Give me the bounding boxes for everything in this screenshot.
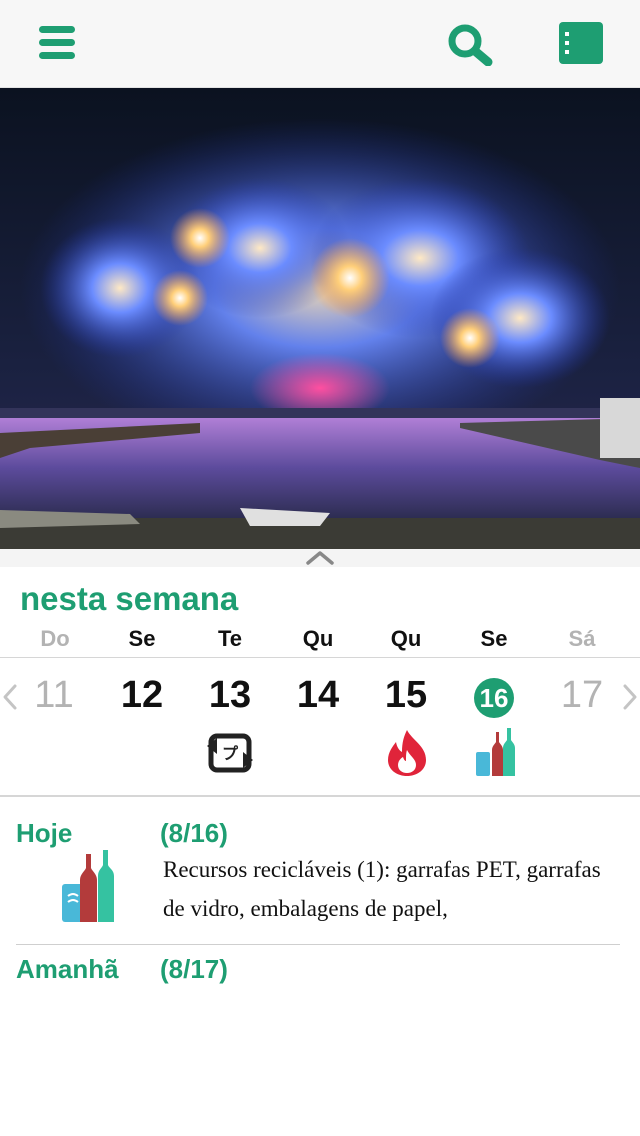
day-cell[interactable]: 17 xyxy=(547,674,617,717)
tomorrow-date: (8/17) xyxy=(160,954,228,984)
search-icon[interactable] xyxy=(446,22,494,66)
weekday-label: Se xyxy=(128,626,156,651)
day-cell[interactable]: 14 xyxy=(283,674,353,717)
today-label: Hoje xyxy=(16,818,73,848)
day-cell[interactable]: 13 xyxy=(195,674,265,717)
recycle-icon: プ xyxy=(207,733,253,773)
day-cell-today[interactable]: 16 xyxy=(459,674,529,718)
weekday-label: Do xyxy=(40,626,70,651)
weekday-label: Sá xyxy=(568,626,596,651)
today-date: (8/16) xyxy=(160,818,228,848)
weekday-label: Qu xyxy=(390,626,422,651)
bottles-cans-icon xyxy=(62,850,114,922)
collapse-handle[interactable] xyxy=(0,549,640,567)
chevron-left-icon[interactable] xyxy=(0,682,20,712)
list-view-icon[interactable] xyxy=(559,22,603,64)
hamburger-menu-icon[interactable] xyxy=(39,26,75,60)
chevron-up-icon[interactable] xyxy=(305,549,335,567)
tomorrow-label: Amanhã xyxy=(16,954,119,984)
day-cell[interactable]: 15 xyxy=(371,674,441,717)
chevron-right-icon[interactable] xyxy=(620,682,640,712)
top-bar xyxy=(0,0,640,88)
weekday-label: Qu xyxy=(302,626,334,651)
svg-text:プ: プ xyxy=(222,744,239,763)
today-day-number: 16 xyxy=(474,678,514,718)
day-cell[interactable]: 12 xyxy=(107,674,177,717)
weekday-header-row: Do Se Te Qu Qu Se Sá xyxy=(0,626,640,656)
today-description: Recursos recicláveis (1): garrafas PET, … xyxy=(163,857,601,921)
section-divider xyxy=(16,944,620,945)
week-title: nesta semana xyxy=(20,580,239,617)
weekday-label: Te xyxy=(217,626,243,651)
week-days-strip: 11 12 13 14 15 16 17 プ xyxy=(0,657,640,797)
weekday-label: Se xyxy=(480,626,508,651)
day-cell[interactable]: 11 xyxy=(19,674,89,717)
fireworks-banner-image xyxy=(0,88,640,549)
burnable-fire-icon xyxy=(388,730,426,776)
bottles-cans-icon xyxy=(476,728,515,776)
